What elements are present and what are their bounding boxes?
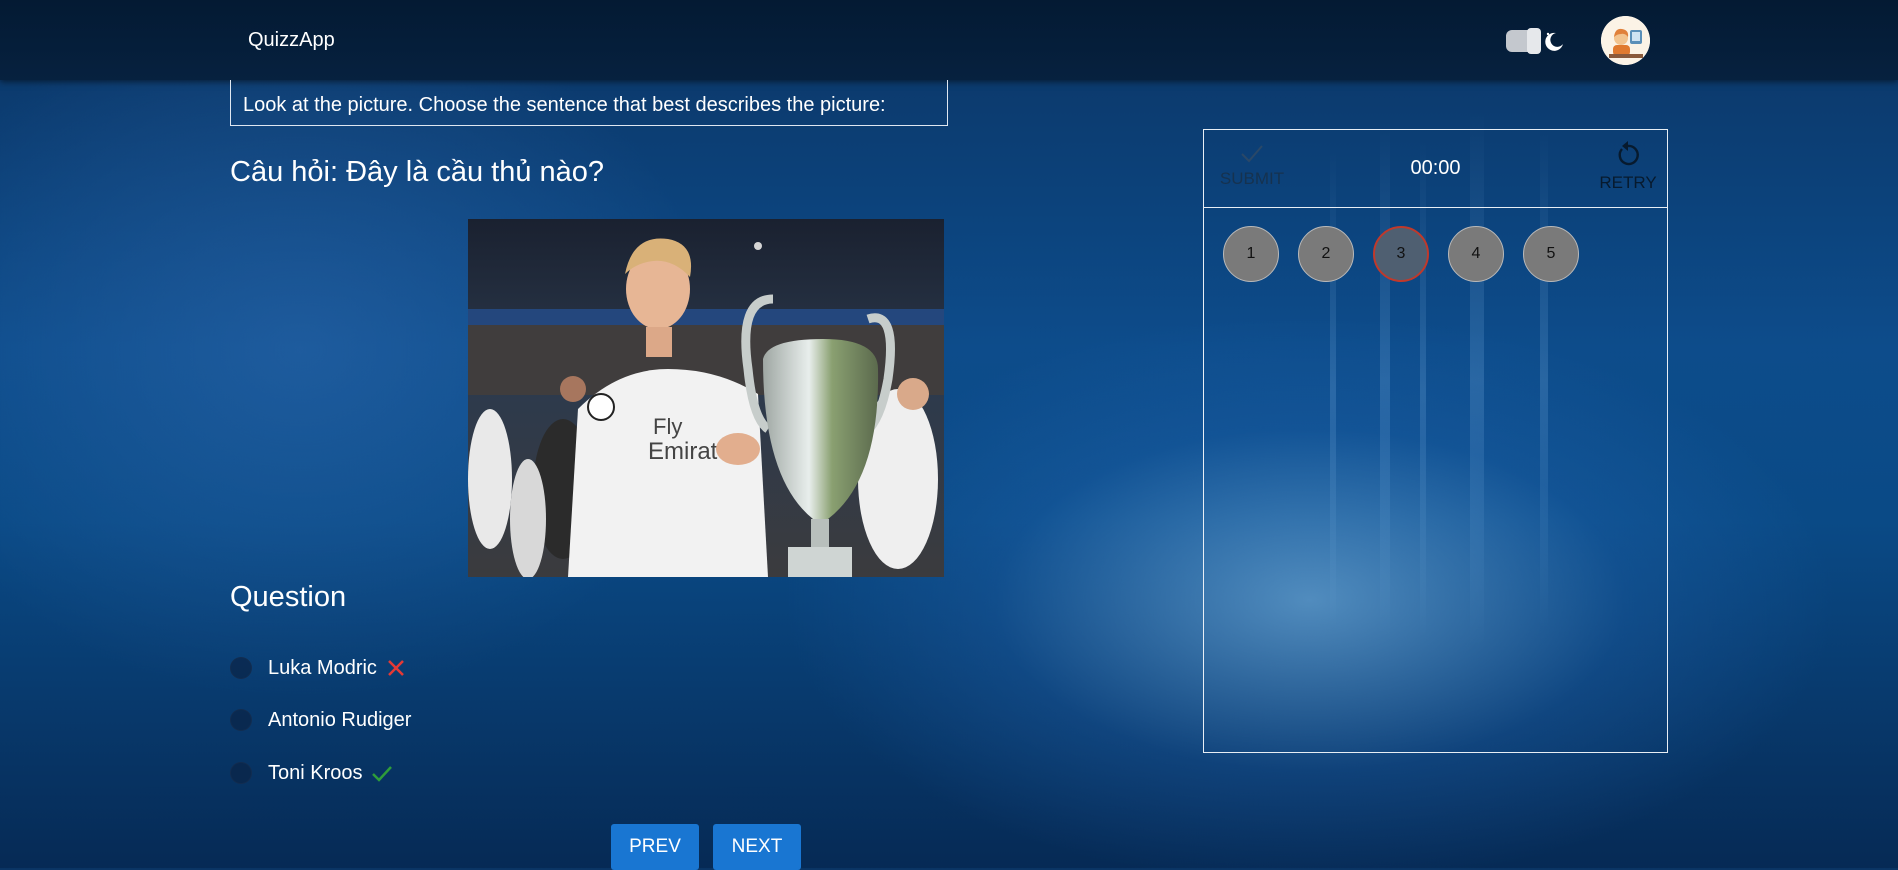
- moon-icon[interactable]: [1540, 28, 1566, 54]
- answer-option[interactable]: Antonio Rudiger: [230, 705, 411, 735]
- theme-toggle-knob[interactable]: [1527, 28, 1541, 54]
- question-number-button[interactable]: 5: [1523, 226, 1579, 282]
- prev-button[interactable]: PREV: [611, 824, 699, 870]
- next-button[interactable]: NEXT: [713, 824, 801, 870]
- radio-button[interactable]: [230, 709, 252, 731]
- question-number-button-current[interactable]: 3: [1373, 226, 1429, 282]
- wrong-x-icon: [388, 660, 404, 676]
- correct-check-icon: [371, 766, 392, 782]
- retry-icon: [1618, 141, 1639, 166]
- retry-label: RETRY: [1599, 173, 1657, 192]
- question-title: Câu hỏi: Đây là cầu thủ nào?: [230, 156, 605, 188]
- svg-text:Emirat: Emirat: [648, 438, 718, 465]
- option-label[interactable]: Antonio Rudiger: [268, 709, 411, 732]
- app-header: QuizzApp: [0, 0, 1898, 80]
- question-image: Fly Emirat: [468, 219, 944, 577]
- user-avatar[interactable]: [1601, 16, 1650, 65]
- instruction-box: Look at the picture. Choose the sentence…: [230, 80, 948, 126]
- question-number-button[interactable]: 2: [1298, 226, 1354, 282]
- retry-button[interactable]: RETRY: [1594, 140, 1662, 193]
- radio-button[interactable]: [230, 657, 252, 679]
- app-brand[interactable]: QuizzApp: [248, 29, 335, 52]
- answer-option[interactable]: Toni Kroos: [230, 758, 393, 788]
- question-navigator-panel: SUBMIT 00:00 RETRY 1 2 3 4 5: [1203, 129, 1668, 753]
- avatar-illustration: [1601, 16, 1650, 65]
- question-number-button[interactable]: 4: [1448, 226, 1504, 282]
- panel-header: SUBMIT 00:00 RETRY: [1204, 130, 1667, 208]
- question-number-button[interactable]: 1: [1223, 226, 1279, 282]
- football-player-trophy-photo: Fly Emirat: [468, 219, 944, 577]
- section-label: Question: [230, 581, 347, 613]
- answer-option[interactable]: Luka Modric: [230, 653, 407, 683]
- option-label[interactable]: Luka Modric: [268, 657, 377, 680]
- option-label[interactable]: Toni Kroos: [268, 762, 363, 785]
- svg-text:Fly: Fly: [653, 414, 682, 439]
- instruction-text: Look at the picture. Choose the sentence…: [243, 94, 886, 116]
- radio-button[interactable]: [230, 762, 252, 784]
